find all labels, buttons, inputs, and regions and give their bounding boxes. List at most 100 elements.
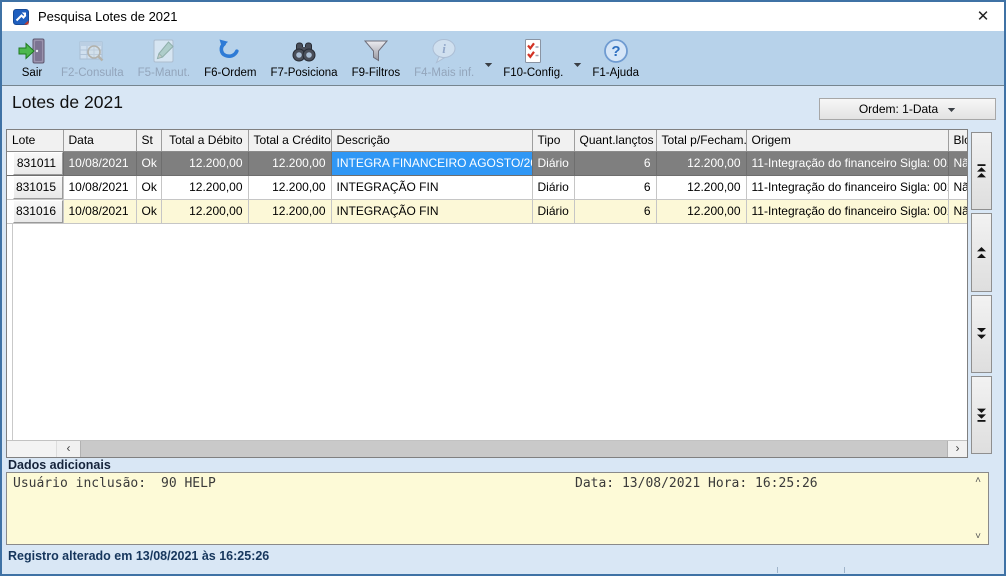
f10-config-button[interactable]: F10-Config. xyxy=(496,34,570,84)
f9-filtros-button[interactable]: F9-Filtros xyxy=(345,34,408,84)
column-header-origem[interactable]: Origem xyxy=(746,130,948,151)
scrollbar-thumb[interactable] xyxy=(80,441,948,457)
window-title: Pesquisa Lotes de 2021 xyxy=(38,9,972,24)
toolbar-button-label: F10-Config. xyxy=(503,67,563,79)
table-cell-debito[interactable]: 12.200,00 xyxy=(161,199,248,223)
table-cell-origem[interactable]: 11-Integração do financeiro Sigla: 001 xyxy=(746,199,948,223)
table-cell-tipo[interactable]: Diário xyxy=(532,151,574,175)
scroll-last-icon xyxy=(976,406,987,423)
table-cell-bloq[interactable]: Não xyxy=(948,199,968,223)
help-icon: ? xyxy=(601,36,631,66)
f6-ordem-button[interactable]: F6-Ordem xyxy=(197,34,263,84)
table-cell-credito[interactable]: 12.200,00 xyxy=(248,175,331,199)
column-header-tipo[interactable]: Tipo xyxy=(532,130,574,151)
close-icon[interactable]: ✕ xyxy=(972,6,994,28)
lots-grid: LoteDataStTotal a DébitoTotal a CréditoD… xyxy=(6,129,968,458)
table-cell-bloq[interactable]: Não xyxy=(948,175,968,199)
column-header-descricao[interactable]: Descrição xyxy=(331,130,532,151)
table-cell-descricao[interactable]: INTEGRAÇÃO FIN xyxy=(331,199,532,223)
column-header-credito[interactable]: Total a Crédito xyxy=(248,130,331,151)
table-cell-origem[interactable]: 11-Integração do financeiro Sigla: 001 xyxy=(746,151,948,175)
f1-ajuda-button[interactable]: ?F1-Ajuda xyxy=(585,34,646,84)
next-page-button[interactable] xyxy=(971,295,992,373)
scroll-right-button[interactable]: › xyxy=(948,441,967,457)
table-cell-st[interactable]: Ok xyxy=(136,151,161,175)
scroll-up-icon[interactable]: ˄ xyxy=(971,475,985,486)
scroll-left-button[interactable]: ‹ xyxy=(57,441,80,457)
sair-button[interactable]: Sair xyxy=(10,34,54,84)
inclusion-user-value: 90 HELP xyxy=(161,476,216,491)
table-cell-st[interactable]: Ok xyxy=(136,175,161,199)
row-header-cell[interactable]: 831011 xyxy=(13,152,63,175)
table-row[interactable]: 83101510/08/2021Ok12.200,0012.200,00INTE… xyxy=(7,175,968,199)
table-cell-credito[interactable]: 12.200,00 xyxy=(248,199,331,223)
table-cell-quant[interactable]: 6 xyxy=(574,199,656,223)
column-header-debito[interactable]: Total a Débito xyxy=(161,130,248,151)
f2-consulta-button: F2-Consulta xyxy=(54,34,131,84)
status-message: Registro alterado em 13/08/2021 às 16:25… xyxy=(8,549,269,563)
binoculars-icon xyxy=(289,36,319,66)
table-cell-data[interactable]: 10/08/2021 xyxy=(63,151,136,175)
scroll-next-icon xyxy=(976,326,987,341)
page-title: Lotes de 2021 xyxy=(12,92,123,113)
table-cell-credito[interactable]: 12.200,00 xyxy=(248,151,331,175)
svg-text:?: ? xyxy=(611,43,620,60)
table-cell-quant[interactable]: 6 xyxy=(574,175,656,199)
f4-mais-inf-button: i F4-Mais inf. xyxy=(407,34,481,84)
table-cell-fecham[interactable]: 12.200,00 xyxy=(656,199,746,223)
table-cell-origem[interactable]: 11-Integração do financeiro Sigla: 001 xyxy=(746,175,948,199)
table-cell-tipo[interactable]: Diário xyxy=(532,175,574,199)
horizontal-scrollbar[interactable]: ‹ › xyxy=(7,440,967,457)
toolbar: SairF2-Consulta F5-Manut. F6-OrdemF7-Posic… xyxy=(2,31,1004,86)
f7-posiciona-button[interactable]: F7-Posiciona xyxy=(263,34,344,84)
order-dropdown-label: Ordem: 1-Data xyxy=(859,102,938,116)
table-cell-descricao[interactable]: INTEGRA FINANCEIRO AGOSTO/2021 xyxy=(331,151,532,175)
order-dropdown-button[interactable]: Ordem: 1-Data xyxy=(819,98,996,120)
chevron-left-icon: ‹ xyxy=(67,441,71,455)
table-cell-data[interactable]: 10/08/2021 xyxy=(63,175,136,199)
chevron-down-icon[interactable] xyxy=(481,40,496,90)
column-header-lote[interactable]: Lote xyxy=(7,130,63,151)
scroll-down-icon[interactable]: ˅ xyxy=(971,531,985,542)
row-header-cell[interactable]: 831015 xyxy=(13,176,63,199)
lots-table: LoteDataStTotal a DébitoTotal a CréditoD… xyxy=(7,130,968,224)
toolbar-button-label: F5-Manut. xyxy=(138,67,190,79)
table-cell-lote[interactable]: 831011 xyxy=(7,151,63,175)
info-balloon-icon: i xyxy=(429,36,459,66)
column-header-quant[interactable]: Quant.lançtos xyxy=(574,130,656,151)
table-cell-tipo[interactable]: Diário xyxy=(532,199,574,223)
table-cell-quant[interactable]: 6 xyxy=(574,151,656,175)
column-header-fecham[interactable]: Total p/Fecham. xyxy=(656,130,746,151)
toolbar-button-label: F4-Mais inf. xyxy=(414,67,474,79)
table-cell-data[interactable]: 10/08/2021 xyxy=(63,199,136,223)
column-header-data[interactable]: Data xyxy=(63,130,136,151)
inclusion-datetime: Data: 13/08/2021 Hora: 16:25:26 xyxy=(575,476,818,491)
table-row[interactable]: 83101110/08/2021Ok12.200,0012.200,00INTE… xyxy=(7,151,968,175)
toolbar-button-label: F9-Filtros xyxy=(352,67,401,79)
title-bar: Pesquisa Lotes de 2021 ✕ xyxy=(2,2,1004,31)
table-cell-fecham[interactable]: 12.200,00 xyxy=(656,175,746,199)
table-cell-debito[interactable]: 12.200,00 xyxy=(161,175,248,199)
edit-pencil-icon xyxy=(149,36,179,66)
table-cell-bloq[interactable]: Não xyxy=(948,151,968,175)
table-cell-fecham[interactable]: 12.200,00 xyxy=(656,151,746,175)
app-chart-icon xyxy=(13,9,29,25)
chevron-down-icon[interactable] xyxy=(570,40,585,90)
table-cell-lote[interactable]: 831016 xyxy=(7,199,63,223)
first-record-button[interactable] xyxy=(971,132,992,210)
table-cell-lote[interactable]: 831015 xyxy=(7,175,63,199)
last-record-button[interactable] xyxy=(971,376,992,454)
svg-text:i: i xyxy=(442,41,446,56)
column-header-bloq[interactable]: Bloq xyxy=(948,130,968,151)
statusbar-divider xyxy=(777,567,778,573)
table-row[interactable]: 83101610/08/2021Ok12.200,0012.200,00INTE… xyxy=(7,199,968,223)
row-header-cell[interactable]: 831016 xyxy=(13,200,63,223)
chevron-down-icon xyxy=(947,102,956,116)
column-header-st[interactable]: St xyxy=(136,130,161,151)
table-cell-descricao[interactable]: INTEGRAÇÃO FIN xyxy=(331,175,532,199)
additional-data-box: Usuário inclusão:90 HELP Data: 13/08/202… xyxy=(6,472,989,545)
fixed-column-spacer xyxy=(7,441,57,457)
table-cell-debito[interactable]: 12.200,00 xyxy=(161,151,248,175)
table-cell-st[interactable]: Ok xyxy=(136,199,161,223)
prior-page-button[interactable] xyxy=(971,213,992,291)
